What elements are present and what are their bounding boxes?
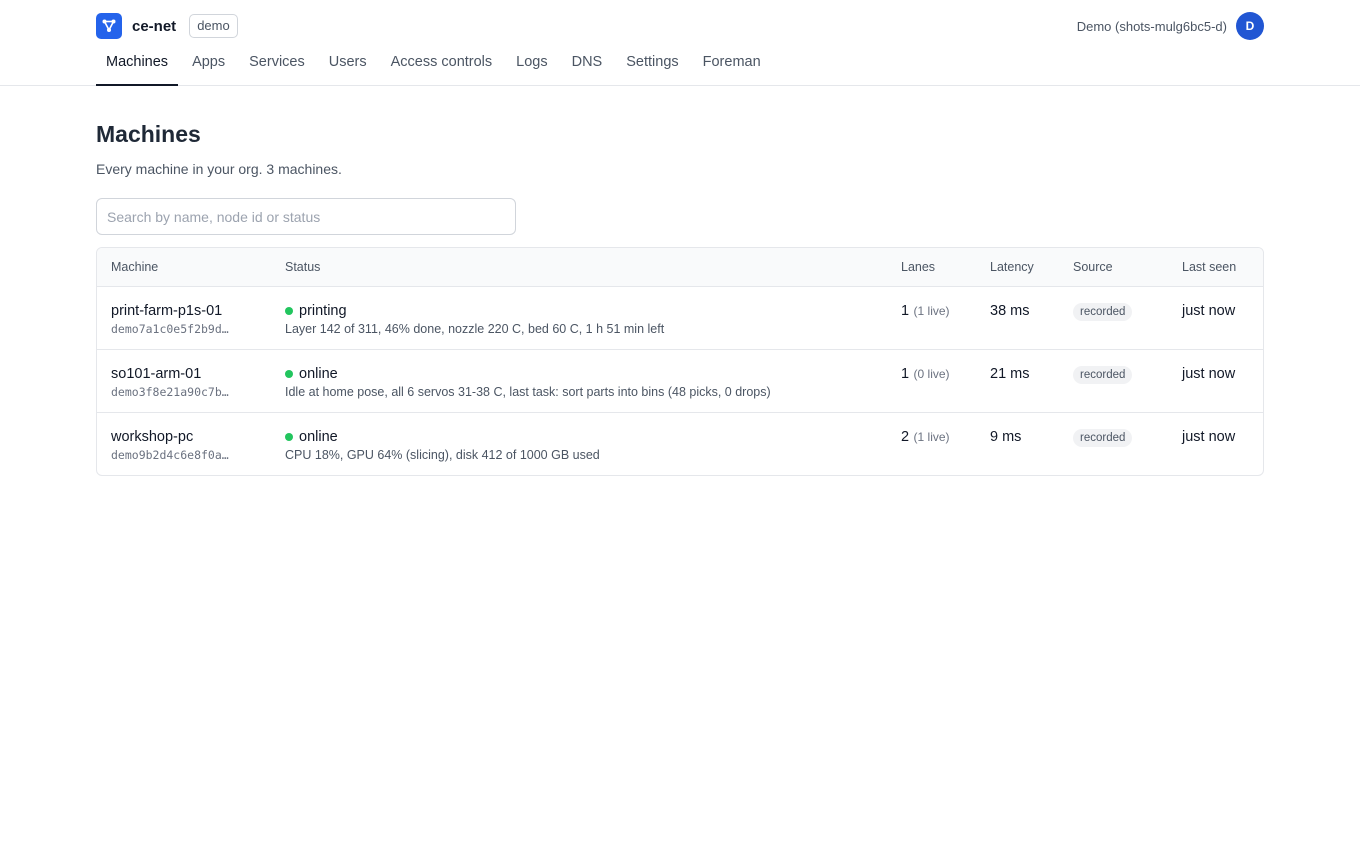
last-seen-cell: just now [1168, 286, 1263, 350]
table-header-row: Machine Status Lanes Latency Source Last… [97, 248, 1263, 287]
latency-cell: 9 ms [976, 412, 1059, 475]
env-badge: demo [189, 14, 238, 38]
lanes-count: 2 [901, 428, 910, 445]
lanes-count: 1 [901, 302, 910, 319]
machine-node-id: demo7a1c0e5f2b9d… [111, 321, 229, 336]
column-header-status[interactable]: Status [271, 248, 887, 287]
user-name[interactable]: Demo (shots-mulg6bc5-d) [1077, 19, 1227, 34]
latency-value: 21 ms [990, 365, 1030, 382]
status-cell: online Idle at home pose, all 6 servos 3… [271, 349, 887, 413]
status-detail: Idle at home pose, all 6 servos 31-38 C,… [285, 384, 771, 399]
page-subtitle: Every machine in your org. 3 machines. [96, 161, 342, 177]
status-label: printing [299, 302, 347, 319]
lanes-live: (0 live) [913, 366, 950, 381]
tab-access-controls[interactable]: Access controls [381, 46, 503, 86]
tab-services[interactable]: Services [239, 46, 315, 86]
last-seen-value: just now [1182, 302, 1236, 319]
source-cell: recorded [1059, 412, 1168, 475]
network-nodes-icon [96, 13, 122, 39]
tab-settings[interactable]: Settings [616, 46, 688, 86]
tab-foreman[interactable]: Foreman [693, 46, 771, 86]
latency-cell: 38 ms [976, 286, 1059, 350]
lanes-cell: 2 (1 live) [887, 412, 976, 475]
main-content: Machines Every machine in your org. 3 ma… [96, 86, 1264, 476]
column-header-latency[interactable]: Latency [976, 248, 1059, 287]
machine-name[interactable]: print-farm-p1s-01 [111, 302, 257, 320]
column-header-lanes[interactable]: Lanes [887, 248, 976, 287]
status-dot-icon [285, 369, 293, 378]
lanes-live: (1 live) [913, 429, 950, 444]
status-cell: printing Layer 142 of 311, 46% done, noz… [271, 286, 887, 350]
tab-dns[interactable]: DNS [562, 46, 613, 86]
latency-value: 9 ms [990, 428, 1022, 445]
status-dot-icon [285, 306, 293, 315]
user-menu[interactable]: Demo (shots-mulg6bc5-d) D [1077, 12, 1264, 40]
machine-cell: workshop-pc demo9b2d4c6e8f0a… [97, 412, 271, 475]
tab-apps[interactable]: Apps [182, 46, 235, 86]
source-badge: recorded [1073, 365, 1133, 384]
machine-name[interactable]: so101-arm-01 [111, 365, 257, 383]
machine-node-id: demo9b2d4c6e8f0a… [111, 447, 229, 462]
last-seen-value: just now [1182, 428, 1236, 445]
lanes-cell: 1 (1 live) [887, 286, 976, 350]
status-label: online [299, 428, 338, 445]
machine-name[interactable]: workshop-pc [111, 428, 257, 446]
main-nav: Machines Apps Services Users Access cont… [96, 46, 775, 86]
column-header-machine[interactable]: Machine [97, 248, 271, 287]
top-bar: ce-net demo Demo (shots-mulg6bc5-d) D Ma… [0, 0, 1360, 86]
status-detail: Layer 142 of 311, 46% done, nozzle 220 C… [285, 321, 665, 336]
source-cell: recorded [1059, 349, 1168, 413]
lanes-live: (1 live) [913, 303, 950, 318]
status-label: online [299, 365, 338, 382]
latency-cell: 21 ms [976, 349, 1059, 413]
column-header-last-seen[interactable]: Last seen [1168, 248, 1263, 287]
last-seen-cell: just now [1168, 412, 1263, 475]
app-name: ce-net [132, 17, 177, 35]
search-input[interactable] [96, 198, 516, 235]
tab-machines[interactable]: Machines [96, 46, 179, 86]
lanes-count: 1 [901, 365, 910, 382]
last-seen-value: just now [1182, 365, 1236, 382]
source-cell: recorded [1059, 286, 1168, 350]
tab-users[interactable]: Users [319, 46, 377, 86]
column-header-source[interactable]: Source [1059, 248, 1168, 287]
machine-cell: print-farm-p1s-01 demo7a1c0e5f2b9d… [97, 286, 271, 350]
machine-node-id: demo3f8e21a90c7b… [111, 384, 229, 399]
table-row[interactable]: print-farm-p1s-01 demo7a1c0e5f2b9d… prin… [97, 286, 1263, 350]
source-badge: recorded [1073, 302, 1133, 321]
latency-value: 38 ms [990, 302, 1030, 319]
page-title: Machines [96, 121, 201, 147]
table-row[interactable]: workshop-pc demo9b2d4c6e8f0a… online CPU… [97, 412, 1263, 475]
source-badge: recorded [1073, 428, 1133, 447]
status-dot-icon [285, 432, 293, 441]
table-row[interactable]: so101-arm-01 demo3f8e21a90c7b… online Id… [97, 349, 1263, 413]
brand[interactable]: ce-net demo [96, 13, 238, 39]
machines-table: Machine Status Lanes Latency Source Last… [96, 247, 1264, 476]
tab-logs[interactable]: Logs [506, 46, 557, 86]
last-seen-cell: just now [1168, 349, 1263, 413]
status-cell: online CPU 18%, GPU 64% (slicing), disk … [271, 412, 887, 475]
lanes-cell: 1 (0 live) [887, 349, 976, 413]
machine-cell: so101-arm-01 demo3f8e21a90c7b… [97, 349, 271, 413]
avatar[interactable]: D [1236, 12, 1264, 40]
status-detail: CPU 18%, GPU 64% (slicing), disk 412 of … [285, 447, 600, 462]
